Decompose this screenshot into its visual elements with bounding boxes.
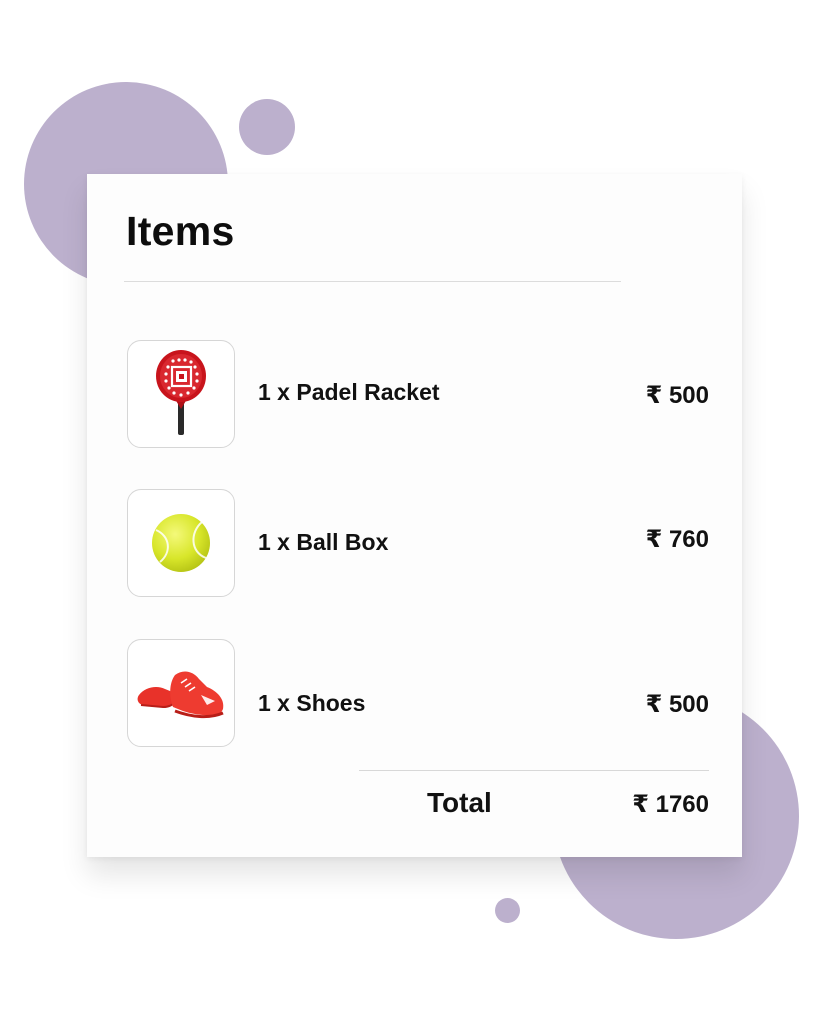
item-thumbnail: [127, 489, 235, 597]
item-thumbnail: [127, 340, 235, 448]
item-row-padel-racket: 1 x Padel Racket ₹ 500: [127, 340, 709, 452]
total-value: ₹ 1760: [632, 791, 709, 818]
item-row-ball-box: 1 x Ball Box ₹ 760: [127, 489, 709, 601]
item-row-shoes: 1 x Shoes ₹ 500: [127, 639, 709, 751]
decorative-circle-tiny-bottom: [495, 898, 520, 923]
title-divider: [124, 281, 621, 282]
item-name: 1 x Ball Box: [258, 529, 389, 555]
item-thumbnail: [127, 639, 235, 747]
item-price: ₹ 760: [645, 526, 709, 553]
padel-racket-image: [156, 350, 206, 435]
item-name: 1 x Padel Racket: [258, 379, 440, 405]
decorative-circle-small-top: [239, 99, 295, 155]
item-price: ₹ 500: [645, 382, 709, 409]
item-name: 1 x Shoes: [258, 690, 366, 716]
items-card: Items 1 x Padel Racket ₹ 500 1 x Ball Bo…: [87, 174, 742, 857]
shoes-image: [137, 671, 224, 719]
total-label: Total: [427, 787, 492, 818]
item-price: ₹ 500: [645, 691, 709, 718]
total-divider: [359, 770, 709, 771]
tennis-ball-image: [152, 514, 210, 572]
card-title: Items: [126, 208, 235, 254]
